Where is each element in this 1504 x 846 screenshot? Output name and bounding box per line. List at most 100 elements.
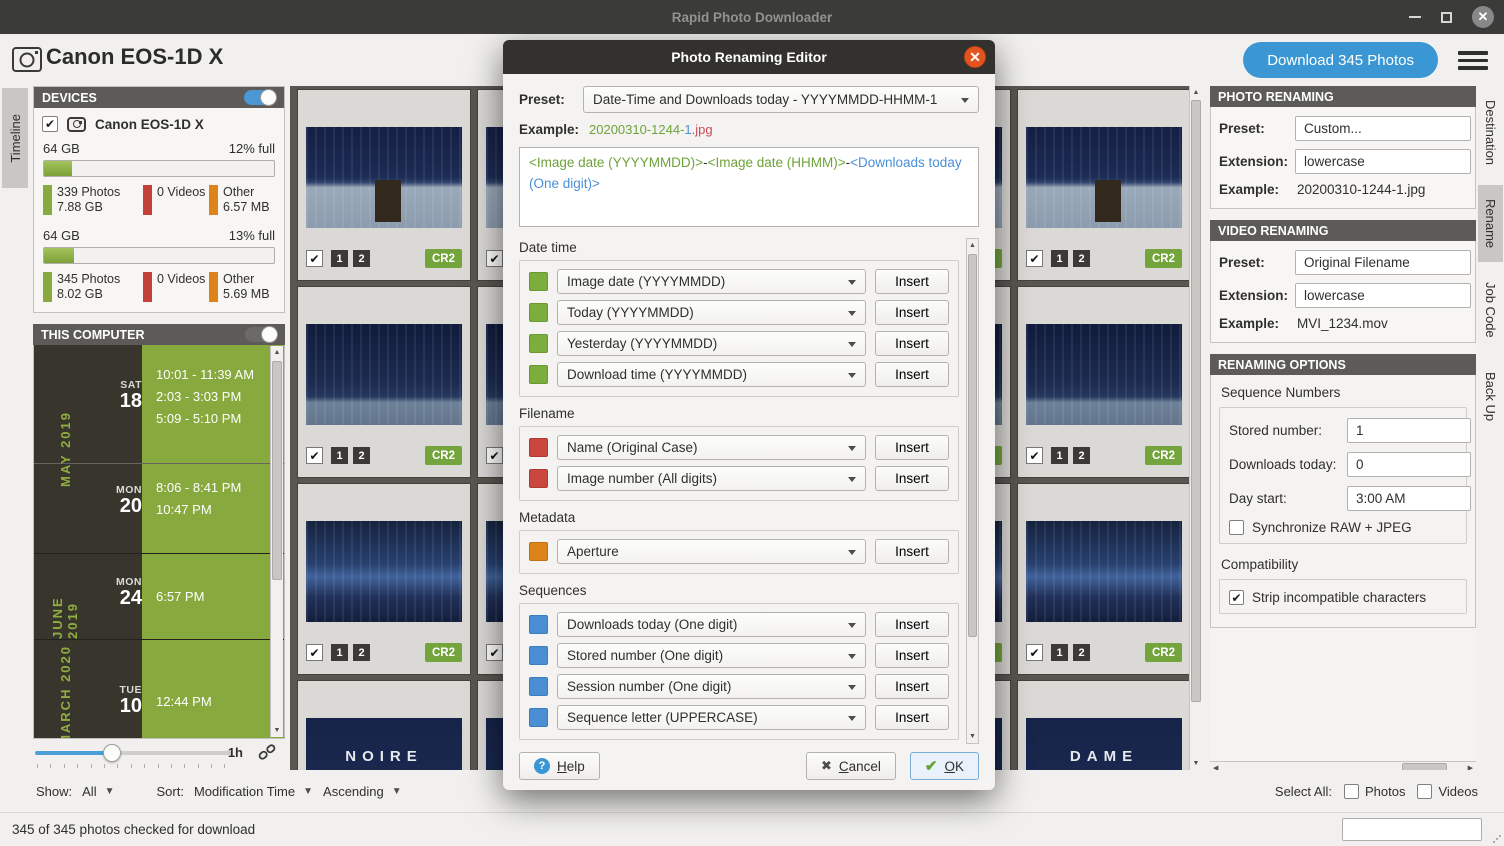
photo-thumbnail[interactable]: ✔ 1 2 CR2 — [1018, 287, 1190, 477]
thumbnail-checkbox[interactable]: ✔ — [486, 250, 503, 267]
photo-thumbnail[interactable]: ✔ 1 2 CR2 — [298, 90, 470, 280]
scrollbar-thumb[interactable] — [1191, 100, 1201, 702]
show-dropdown[interactable]: All▼ — [82, 784, 114, 799]
sort-dropdown[interactable]: Modification Time▼ — [194, 784, 313, 799]
component-combobox[interactable]: Stored number (One digit) — [557, 643, 866, 668]
select-all-videos[interactable]: Videos — [1417, 784, 1478, 799]
sort-order-dropdown[interactable]: Ascending▼ — [323, 784, 402, 799]
device-row[interactable]: ✔ Canon EOS-1D X — [34, 108, 284, 138]
dialog-close-icon[interactable]: ✕ — [964, 46, 986, 68]
component-combobox[interactable]: Today (YYYYMMDD) — [557, 300, 866, 325]
photo-thumbnail[interactable]: ✔ 1 2 CR2 — [1018, 484, 1190, 674]
thumbnail-checkbox[interactable]: ✔ — [486, 644, 503, 661]
videos-swatch — [143, 272, 152, 302]
ok-button[interactable]: ✔ OK — [910, 752, 979, 780]
tab-timeline[interactable]: Timeline — [2, 88, 28, 188]
component-combobox[interactable]: Sequence letter (UPPERCASE) — [557, 705, 866, 730]
right-tab-strip: Destination Rename Job Code Back Up — [1477, 86, 1504, 846]
component-combobox[interactable]: Aperture — [557, 539, 866, 564]
component-combobox[interactable]: Downloads today (One digit) — [557, 612, 866, 637]
tab-job-code[interactable]: Job Code — [1478, 268, 1503, 352]
scroll-up-icon[interactable]: ▲ — [1190, 89, 1202, 96]
broken-link-icon[interactable] — [257, 742, 277, 765]
devices-toggle[interactable] — [244, 90, 276, 105]
insert-button[interactable]: Insert — [875, 362, 949, 387]
dialog-titlebar[interactable]: Photo Renaming Editor ✕ — [503, 40, 995, 74]
strip-characters-checkbox[interactable]: ✔ — [1229, 590, 1244, 605]
help-button[interactable]: ? Help — [519, 752, 600, 780]
this-computer-toggle[interactable] — [245, 327, 277, 342]
component-combobox[interactable]: Yesterday (YYYYMMDD) — [557, 331, 866, 356]
scroll-down-icon[interactable]: ▼ — [967, 733, 978, 740]
insert-button[interactable]: Insert — [875, 331, 949, 356]
video-preset-combobox[interactable]: Original Filename — [1295, 250, 1471, 275]
tab-back-up[interactable]: Back Up — [1478, 358, 1503, 435]
thumbnail-checkbox[interactable]: ✔ — [306, 447, 323, 464]
scroll-down-icon[interactable]: ▼ — [271, 727, 283, 734]
synchronize-raw-jpeg-row[interactable]: Synchronize RAW + JPEG — [1229, 520, 1457, 535]
resize-grip[interactable] — [1493, 835, 1501, 843]
component-combobox[interactable]: Name (Original Case) — [557, 435, 866, 460]
maximize-icon[interactable] — [1441, 12, 1452, 23]
scrollbar-thumb[interactable] — [968, 254, 977, 637]
component-combobox[interactable]: Image number (All digits) — [557, 466, 866, 491]
stored-number-spinbox[interactable]: 1 — [1347, 418, 1471, 443]
photo-renaming-title: PHOTO RENAMING — [1218, 90, 1334, 104]
dialog-scrollbar[interactable]: ▲ ▼ — [966, 238, 979, 744]
timeline-view[interactable]: MAY 2019 SAT 18 10:01 - 11:39 AM 2:03 - … — [33, 345, 285, 739]
select-all-photos[interactable]: Photos — [1344, 784, 1405, 799]
photo-thumbnail[interactable]: DAME ✔ 1 2 CR2 — [1018, 681, 1190, 770]
scroll-down-icon[interactable]: ▼ — [1190, 760, 1202, 767]
insert-button[interactable]: Insert — [875, 674, 949, 699]
insert-button[interactable]: Insert — [875, 269, 949, 294]
strip-characters-row[interactable]: ✔ Strip incompatible characters — [1229, 590, 1457, 605]
close-icon[interactable]: ✕ — [1472, 6, 1494, 28]
scroll-up-icon[interactable]: ▲ — [271, 349, 283, 356]
photo-thumbnail[interactable]: ✔ 1 2 CR2 — [298, 484, 470, 674]
component-combobox[interactable]: Download time (YYYYMMDD) — [557, 362, 866, 387]
device-checkbox[interactable]: ✔ — [42, 116, 58, 132]
download-button[interactable]: Download 345 Photos — [1243, 42, 1438, 78]
insert-button[interactable]: Insert — [875, 466, 949, 491]
cancel-button[interactable]: ✖ Cancel — [806, 752, 896, 780]
synchronize-checkbox[interactable] — [1229, 520, 1244, 535]
component-combobox[interactable]: Image date (YYYYMMDD) — [557, 269, 866, 294]
thumbnails-scrollbar[interactable]: ▲ ▼ — [1189, 86, 1202, 770]
preset-combobox[interactable]: Date-Time and Downloads today - YYYYMMDD… — [583, 86, 979, 113]
jobcode-badge-2: 2 — [353, 644, 370, 661]
photo-extension-combobox[interactable]: lowercase — [1295, 149, 1471, 174]
insert-button[interactable]: Insert — [875, 539, 949, 564]
videos-checkbox[interactable] — [1417, 784, 1432, 799]
insert-button[interactable]: Insert — [875, 612, 949, 637]
thumbnail-checkbox[interactable]: ✔ — [1026, 250, 1043, 267]
slider-handle[interactable] — [103, 744, 121, 762]
scrollbar-thumb[interactable] — [272, 361, 282, 580]
video-extension-combobox[interactable]: lowercase — [1295, 283, 1471, 308]
photos-checkbox[interactable] — [1344, 784, 1359, 799]
photo-thumbnail[interactable]: NOIRE ✔ 1 2 CR2 — [298, 681, 470, 770]
minimize-icon[interactable] — [1409, 16, 1421, 18]
photo-thumbnail[interactable]: ✔ 1 2 CR2 — [1018, 90, 1190, 280]
thumbnail-checkbox[interactable]: ✔ — [1026, 447, 1043, 464]
thumbnail-checkbox[interactable]: ✔ — [306, 644, 323, 661]
insert-button[interactable]: Insert — [875, 643, 949, 668]
component-combobox[interactable]: Session number (One digit) — [557, 674, 866, 699]
storage2-size: 64 GB — [43, 228, 80, 243]
insert-button[interactable]: Insert — [875, 705, 949, 730]
timeline-scrollbar[interactable]: ▲ ▼ — [270, 346, 283, 737]
insert-button[interactable]: Insert — [875, 435, 949, 460]
photo-thumbnail[interactable]: ✔ 1 2 CR2 — [298, 287, 470, 477]
photo-preset-combobox[interactable]: Custom... — [1295, 116, 1471, 141]
thumbnail-checkbox[interactable]: ✔ — [306, 250, 323, 267]
menu-icon[interactable] — [1458, 51, 1488, 70]
thumbnail-checkbox[interactable]: ✔ — [486, 447, 503, 464]
insert-button[interactable]: Insert — [875, 300, 949, 325]
thumbnail-checkbox[interactable]: ✔ — [1026, 644, 1043, 661]
day-start-timebox[interactable]: 3:00 AM — [1347, 486, 1471, 511]
tab-rename[interactable]: Rename — [1478, 185, 1503, 262]
scroll-up-icon[interactable]: ▲ — [967, 242, 978, 249]
tab-destination[interactable]: Destination — [1478, 86, 1503, 179]
downloads-today-spinbox[interactable]: 0 — [1347, 452, 1471, 477]
time-ranges: 12:44 PM — [142, 640, 284, 739]
rename-pattern-editor[interactable]: <Image date (YYYYMMDD)>-<Image date (HHM… — [519, 147, 979, 227]
